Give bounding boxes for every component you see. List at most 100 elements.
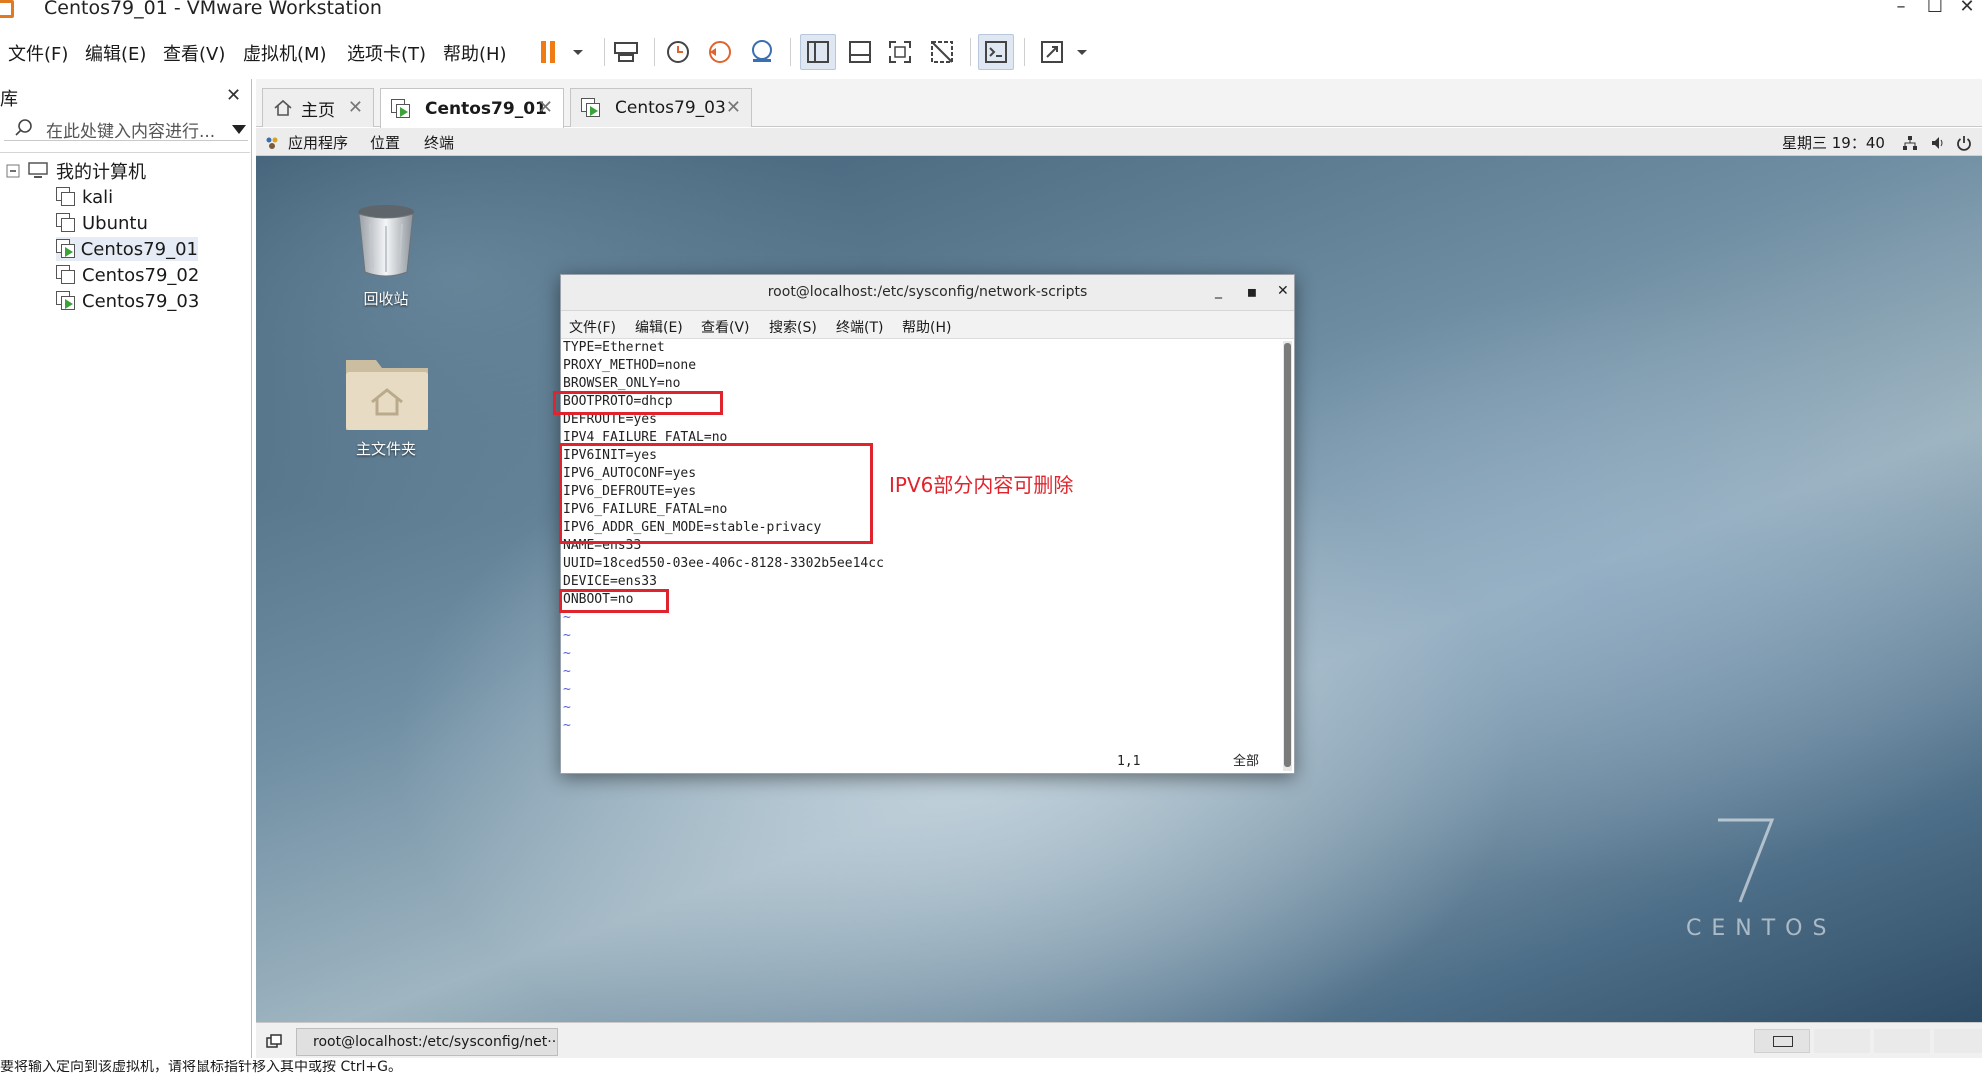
terminal-menu-edit[interactable]: 编辑(E)	[635, 317, 683, 337]
maximize-icon[interactable]: ☐	[1920, 0, 1950, 17]
computer-icon	[28, 162, 48, 178]
menu-tabs[interactable]: 选项卡(T)	[347, 40, 426, 66]
terminal-menu-search[interactable]: 搜索(S)	[769, 317, 817, 337]
tree-root-my-computer[interactable]: 我的计算机	[6, 159, 146, 183]
empty-line-tilde: ~	[563, 664, 571, 679]
tab-close-icon[interactable]: ✕	[726, 97, 741, 118]
menu-toolbar: 文件(F) 编辑(E) 查看(V) 虚拟机(M) 选项卡(T) 帮助(H)	[0, 28, 1982, 74]
terminal-menu[interactable]: 终端	[424, 132, 454, 153]
console-view-icon[interactable]	[978, 34, 1014, 70]
workspace-switcher-3[interactable]	[1874, 1029, 1930, 1053]
toolbar-divider	[970, 38, 971, 66]
minimize-icon[interactable]: –	[1886, 0, 1916, 17]
menu-file[interactable]: 文件(F)	[8, 40, 68, 66]
terminal-menu-terminal[interactable]: 终端(T)	[836, 317, 883, 337]
empty-line-tilde: ~	[563, 718, 571, 733]
power-icon[interactable]	[1956, 135, 1972, 151]
collapse-icon[interactable]	[6, 164, 20, 178]
search-placeholder: 在此处键入内容进行...	[46, 122, 216, 142]
menu-view[interactable]: 查看(V)	[163, 40, 225, 66]
title-bar: Centos79_01 - VMware Workstation – ☐ ✕	[0, 0, 1982, 20]
terminal-window[interactable]: root@localhost:/etc/sysconfig/network-sc…	[553, 274, 1295, 774]
window-title: Centos79_01 - VMware Workstation	[44, 0, 382, 19]
full-screen-icon[interactable]	[882, 34, 918, 70]
terminal-menu-view[interactable]: 查看(V)	[701, 317, 750, 337]
tree-item-centos79-03[interactable]: Centos79_03	[56, 289, 199, 313]
volume-icon[interactable]	[1930, 135, 1946, 151]
vm-running-icon	[56, 291, 76, 311]
desktop[interactable]: 回收站 主文件夹 CENTOS root@localhost:/etc/sysc…	[256, 156, 1982, 1023]
config-line: TYPE=Ethernet	[563, 340, 665, 355]
applications-menu[interactable]: 应用程序	[288, 132, 348, 153]
tab-label: 主页	[301, 100, 335, 121]
taskbar-terminal-button[interactable]: root@localhost:/etc/sysconfig/net···	[296, 1028, 558, 1056]
snapshot-manager-icon[interactable]	[744, 34, 780, 70]
view-scope: 全部	[1233, 754, 1260, 769]
show-library-icon[interactable]	[800, 34, 836, 70]
tab-close-icon[interactable]: ✕	[538, 97, 553, 118]
onboot-highlight-box	[559, 589, 669, 613]
show-desktop-icon[interactable]	[266, 1033, 282, 1049]
thumbnail-bar-icon[interactable]	[842, 34, 878, 70]
terminal-menubar: 文件(F) 编辑(E) 查看(V) 搜索(S) 终端(T) 帮助(H)	[561, 311, 1294, 339]
snapshot-icon[interactable]	[660, 34, 696, 70]
tab-centos79-03[interactable]: Centos79_03 ✕	[570, 88, 752, 127]
terminal-close-icon[interactable]: ✕	[1277, 283, 1289, 299]
empty-line-tilde: ~	[563, 646, 571, 661]
taskbar-item-label: root@localhost:/etc/sysconfig/net···	[313, 1034, 558, 1050]
vm-icon	[56, 187, 76, 207]
library-close-icon[interactable]: ✕	[226, 85, 241, 106]
vm-running-icon	[391, 98, 411, 119]
guest-display[interactable]: 应用程序 位置 终端 星期三 19：40 回收站 主文件夹 CENTOS roo…	[256, 128, 1982, 1023]
terminal-maximize-icon[interactable]: ◼	[1247, 285, 1257, 299]
menu-help[interactable]: 帮助(H)	[443, 40, 507, 66]
terminal-menu-file[interactable]: 文件(F)	[569, 317, 616, 337]
vm-label: Ubuntu	[82, 212, 148, 234]
vm-label: Centos79_02	[82, 264, 200, 286]
close-icon[interactable]: ✕	[1952, 0, 1982, 17]
vm-taskbar: root@localhost:/etc/sysconfig/net···	[256, 1022, 1982, 1058]
tab-home[interactable]: 主页 ✕	[262, 88, 374, 127]
tree-item-centos79-02[interactable]: Centos79_02	[56, 263, 199, 287]
terminal-scrollbar[interactable]	[1283, 341, 1292, 771]
clock[interactable]: 星期三 19：40	[1782, 132, 1885, 153]
pause-dropdown-icon[interactable]	[560, 34, 596, 70]
gnome-top-bar: 应用程序 位置 终端 星期三 19：40	[256, 128, 1982, 156]
empty-line-tilde: ~	[563, 682, 571, 697]
terminal-titlebar[interactable]: root@localhost:/etc/sysconfig/network-sc…	[561, 275, 1294, 311]
workspace-switcher-2[interactable]	[1814, 1029, 1870, 1053]
trash-icon[interactable]	[354, 202, 418, 278]
unity-icon[interactable]	[924, 34, 960, 70]
tab-close-icon[interactable]: ✕	[348, 97, 363, 118]
menu-edit[interactable]: 编辑(E)	[85, 40, 146, 66]
places-menu[interactable]: 位置	[370, 132, 400, 153]
terminal-title: root@localhost:/etc/sysconfig/network-sc…	[767, 284, 1088, 300]
ipv6-highlight-box	[559, 443, 873, 544]
tab-centos79-01[interactable]: Centos79_01 ✕	[380, 88, 564, 128]
toolbar-divider	[1024, 38, 1025, 66]
tree-item-kali[interactable]: kali	[56, 185, 113, 209]
workspace-switcher-4[interactable]	[1934, 1029, 1982, 1053]
tree-root-label: 我的计算机	[56, 162, 146, 183]
centos-seven-logo	[1710, 816, 1780, 910]
vmware-logo-icon	[0, 0, 14, 18]
tab-label: Centos79_03	[615, 98, 726, 118]
stretch-dropdown-icon[interactable]	[1064, 34, 1100, 70]
revert-snapshot-icon[interactable]	[702, 34, 738, 70]
scrollbar-thumb[interactable]	[1284, 343, 1291, 767]
terminal-minimize-icon[interactable]: _	[1215, 283, 1222, 299]
home-icon	[274, 99, 292, 116]
menu-vm[interactable]: 虚拟机(M)	[243, 40, 327, 66]
vm-icon	[56, 265, 76, 285]
workspace-switcher-1[interactable]	[1754, 1029, 1810, 1053]
search-dropdown-icon[interactable]	[232, 125, 246, 134]
terminal-text-area[interactable]: TYPE=Ethernet PROXY_METHOD=none BROWSER_…	[553, 339, 1281, 773]
network-icon[interactable]	[1902, 135, 1918, 151]
vm-running-icon	[581, 98, 601, 118]
tree-item-ubuntu[interactable]: Ubuntu	[56, 211, 148, 235]
library-search-input[interactable]: 在此处键入内容进行...	[4, 115, 248, 142]
tree-item-centos79-01[interactable]: Centos79_01	[56, 237, 198, 261]
home-folder-icon[interactable]	[344, 352, 430, 432]
terminal-menu-help[interactable]: 帮助(H)	[902, 317, 951, 337]
send-ctrl-alt-del-icon[interactable]	[608, 34, 644, 70]
